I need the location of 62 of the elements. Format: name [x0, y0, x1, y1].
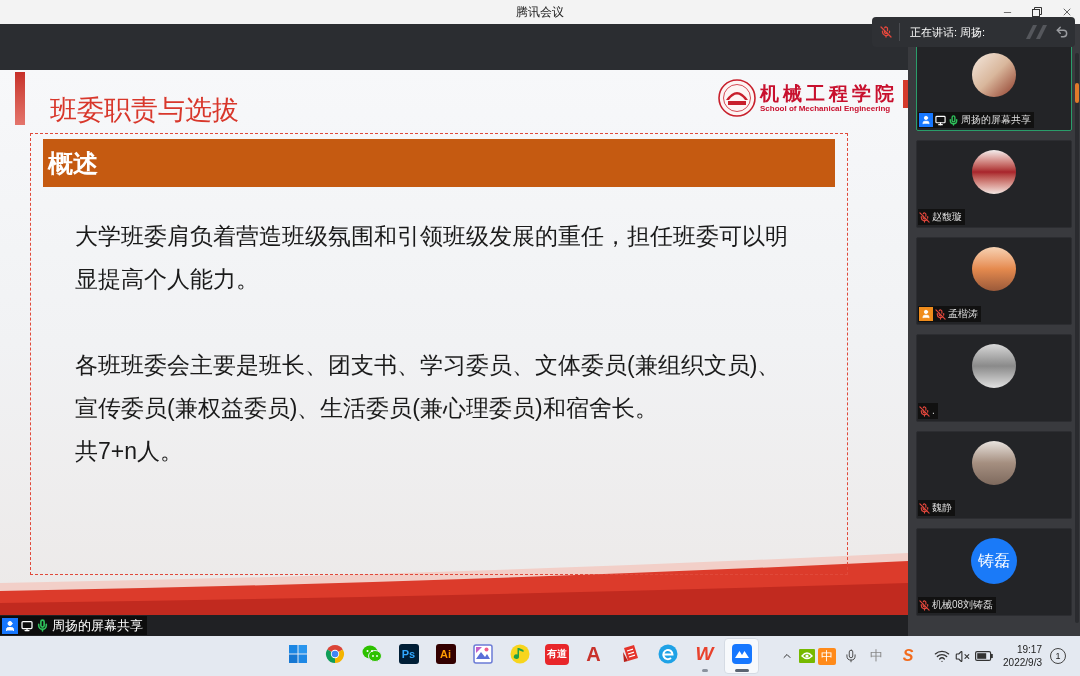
start-menu-icon: [288, 645, 307, 663]
slide-title: 班委职责与选拔: [50, 94, 239, 126]
taskbar-app-button[interactable]: A: [576, 638, 611, 674]
participant-tile[interactable]: 铸磊 机械08刘铸磊: [916, 528, 1072, 616]
app-logo-tile: Ai: [435, 644, 456, 664]
close-icon[interactable]: [1061, 6, 1073, 18]
chat-bubbles-icon: [361, 645, 382, 663]
logo-accent-bar: [903, 80, 908, 108]
avatar-photo-placeholder: [972, 150, 1016, 194]
participant-name: 赵馥璇: [932, 211, 962, 223]
participant-tile[interactable]: 魏静: [916, 431, 1072, 519]
body-paragraph: 大学班委肩负着营造班级氛围和引领班级发展的重任，担任班委可以明显提高个人能力。: [75, 222, 789, 294]
wifi-icon[interactable]: [934, 648, 950, 664]
microphone-icon[interactable]: [844, 649, 858, 663]
app-logo-tile: 有道: [544, 643, 569, 665]
taskbar-app-button[interactable]: [724, 638, 759, 674]
document-app-icon: [620, 644, 641, 664]
back-arrow-icon[interactable]: [1055, 25, 1069, 39]
participant-name: 机械08刘铸磊: [932, 599, 994, 611]
avatar-initials: 铸磊: [971, 538, 1017, 584]
layout-toggle-icon[interactable]: [1025, 24, 1049, 40]
participant-name: .: [932, 405, 935, 417]
participant-name: 孟楷涛: [948, 308, 978, 320]
participant-tile[interactable]: 孟楷涛: [916, 237, 1072, 325]
speaking-label: 正在讲话: 周扬:: [910, 25, 986, 39]
school-logo-name: 机械工程学院: [760, 82, 898, 104]
taskbar-app-button[interactable]: Ai: [428, 638, 463, 674]
window-title: 腾讯会议: [516, 5, 564, 19]
meeting-app-icon: [731, 644, 752, 664]
clock-date: 2022/9/3: [1003, 656, 1042, 669]
body-paragraph: 共7+n人。: [75, 437, 184, 466]
battery-icon[interactable]: [975, 651, 993, 661]
muted-microphone-icon: [880, 26, 892, 38]
app-logo-tile: Ps: [398, 644, 419, 664]
scrollbar-thumb[interactable]: [1075, 83, 1079, 103]
participant-tile[interactable]: 赵馥璇: [916, 140, 1072, 228]
participant-name: 周扬的屏幕共享: [961, 114, 1031, 126]
taskbar-app-button[interactable]: Ps: [391, 638, 426, 674]
music-note-icon: [509, 644, 530, 664]
avatar-photo-placeholder: [972, 53, 1016, 97]
picture-app-icon: [472, 644, 493, 664]
school-logo-subtitle: School of Mechanical Engineering: [760, 104, 891, 114]
circular-app-icon: [657, 644, 678, 664]
avatar-photo-placeholder: [972, 441, 1016, 485]
participant-name: 魏静: [932, 502, 952, 514]
avatar-photo-placeholder: [972, 344, 1016, 388]
taskbar-app-button[interactable]: 有道: [539, 638, 574, 674]
browser-icon: [324, 644, 345, 664]
gpu-icon[interactable]: [799, 649, 815, 663]
app-logo-letter: W: [695, 644, 714, 664]
muted-speaker-icon[interactable]: [954, 648, 970, 664]
body-paragraph: 各班班委会主要是班长、团支书、学习委员、文体委员(兼组织文员)、宣传委员(兼权益委员)、生活委员(兼心理委员)和宿舍长。: [75, 351, 782, 423]
clock[interactable]: 19:17 2022/9/3: [998, 643, 1042, 669]
participant-tile[interactable]: .: [916, 334, 1072, 422]
section-heading: 概述: [48, 148, 98, 178]
school-seal-icon: [718, 79, 756, 117]
app-logo-letter: A: [586, 644, 601, 664]
clock-time: 19:17: [1016, 643, 1042, 656]
restore-icon[interactable]: [1032, 7, 1042, 17]
title-accent-bar: [15, 72, 25, 125]
participant-name: 周扬的屏幕共享: [52, 617, 143, 634]
avatar-photo-placeholder: [972, 247, 1016, 291]
